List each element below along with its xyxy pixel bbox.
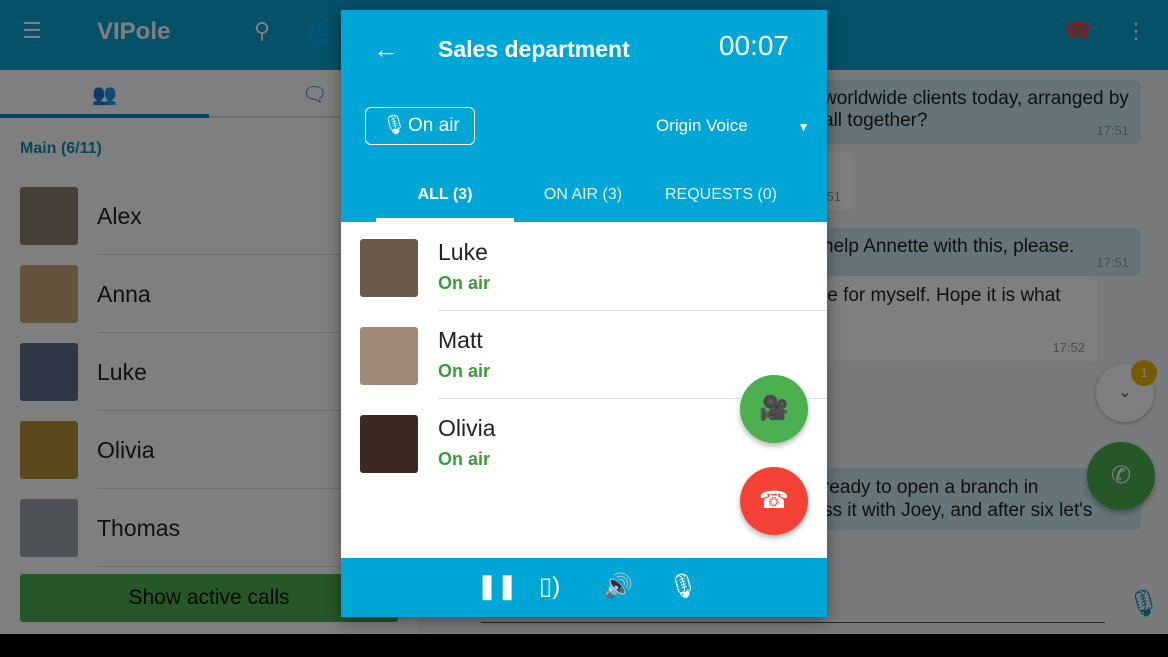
mic-icon: 🎙 (382, 115, 407, 136)
video-call-button[interactable]: 🎥 (740, 375, 808, 443)
tab-requests[interactable]: REQUESTS (0) (652, 186, 790, 204)
participant-status: On air (438, 273, 491, 293)
system-nav-bar (0, 634, 1168, 657)
group-call-dialog: ← Sales department 00:07 🎙 On air Origin … (341, 10, 827, 617)
tab-indicator (376, 218, 514, 222)
participant-status: On air (438, 361, 491, 381)
mic-icon[interactable]: 🎙 (668, 572, 698, 601)
speaker-icon[interactable]: 🔊 (603, 572, 633, 601)
end-call-button[interactable]: ☎ (740, 467, 808, 535)
voice-select[interactable]: Origin Voice ▼ (656, 116, 810, 136)
tab-on-air[interactable]: ON AIR (3) (514, 186, 652, 204)
dropdown-icon: ▼ (797, 120, 810, 134)
back-arrow-icon[interactable]: ← (373, 34, 399, 65)
participant-item[interactable]: Luke On air (341, 223, 827, 311)
on-air-button[interactable]: 🎙 On air (365, 107, 475, 145)
pause-icon[interactable]: ❚❚ (477, 572, 517, 601)
avatar (360, 415, 418, 473)
participant-status: On air (438, 449, 491, 469)
phone-speaker-icon[interactable]: ▯) (539, 572, 560, 601)
call-timer: 00:07 (718, 30, 789, 61)
call-title: Sales department (438, 36, 630, 62)
avatar (360, 327, 418, 385)
tab-all[interactable]: ALL (3) (376, 186, 514, 204)
avatar (360, 239, 418, 297)
